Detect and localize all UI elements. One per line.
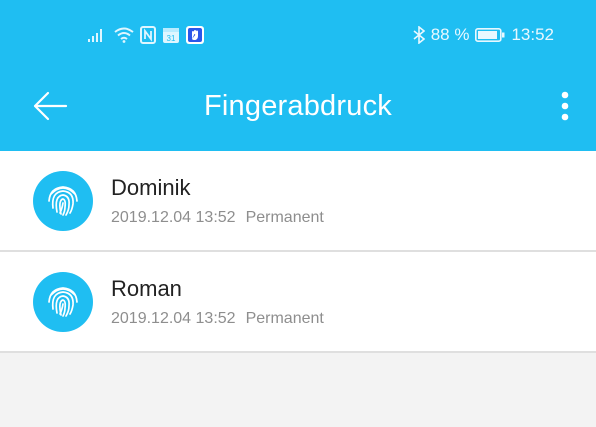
battery-percent: 88 % (430, 25, 470, 44)
status-time: 13:52 (511, 25, 554, 44)
fingerprint-avatar (33, 272, 93, 332)
fingerprint-icon (44, 180, 82, 223)
more-vert-icon (561, 91, 569, 126)
fingerprint-duration: Permanent (245, 310, 324, 327)
wifi-icon (114, 27, 134, 43)
battery-icon (475, 28, 505, 42)
app-bar: Fingerabdruck (0, 68, 596, 151)
list-item[interactable]: Roman 2019.12.04 13:52 Permanent (0, 252, 596, 353)
signal-icon (88, 28, 108, 42)
list-item[interactable]: Dominik 2019.12.04 13:52 Permanent (0, 151, 596, 252)
nfc-icon (140, 26, 156, 44)
fingerprint-icon (44, 281, 82, 324)
status-bar-left-icons: 31 (88, 24, 204, 46)
bluetooth-icon (413, 26, 425, 44)
status-bar: 31 88 % 13:52 (0, 0, 596, 68)
fingerprint-meta: 2019.12.04 13:52 Permanent (111, 209, 324, 227)
fingerprint-meta: 2019.12.04 13:52 Permanent (111, 310, 324, 328)
fingerprint-duration: Permanent (245, 209, 324, 226)
fingerprint-list: Dominik 2019.12.04 13:52 Permanent Roman… (0, 151, 596, 353)
fingerprint-name: Dominik (111, 175, 191, 200)
security-app-icon (186, 26, 204, 44)
more-options-button[interactable] (548, 86, 582, 130)
status-bar-right: 88 % 13:52 (413, 24, 554, 46)
fingerprint-date: 2019.12.04 13:52 (111, 310, 236, 327)
svg-text:31: 31 (167, 34, 176, 43)
calendar-icon: 31 (162, 26, 180, 44)
fingerprint-name: Roman (111, 276, 182, 301)
fingerprint-date: 2019.12.04 13:52 (111, 209, 236, 226)
header: 31 88 % 13:52 Fingerabdruck (0, 0, 596, 151)
page-title: Fingerabdruck (204, 90, 392, 122)
fingerprint-avatar (33, 171, 93, 231)
